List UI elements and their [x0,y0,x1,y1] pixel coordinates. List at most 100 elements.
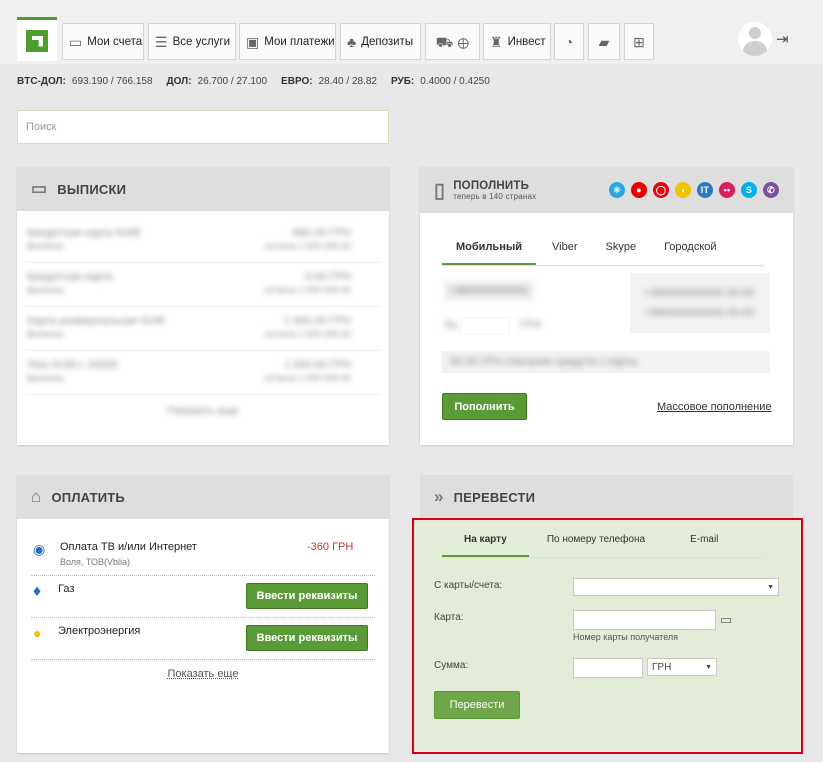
sum-label: Сумма: [434,660,469,671]
card-icon[interactable]: ▭ [720,612,732,628]
tab-viber[interactable]: Viber [552,241,577,265]
peoplenet-icon[interactable]: •• [719,182,735,198]
nav-deposits[interactable]: ♣ Депозиты [340,23,421,60]
flame-icon: ♦ [33,583,42,600]
statement-name: Карта универсальная 4149 [27,315,165,327]
lifecell-icon[interactable]: ◖ [675,182,691,198]
statement-sub: Выписка [27,373,64,383]
enter-details-button[interactable]: Ввести реквизиты [246,583,368,609]
viber-icon[interactable]: ✆ [763,182,779,198]
divider [31,659,375,660]
pay-item-sub: Воля, ТОВ(Vblia) [60,557,131,567]
nav-invest[interactable]: ♜ Инвест [483,23,551,60]
sum-input[interactable] [573,658,643,678]
nav-my-accounts[interactable]: ▭ Мои счета [62,23,144,60]
tab-mobile[interactable]: Мобильный [442,241,536,265]
statement-balance: остаток 1 000 000.00 [264,329,351,339]
nav-travel[interactable]: ⛟ ⊕ [425,23,480,60]
statement-row[interactable]: Карта универсальная 4149 Выписка 1 000.0… [25,307,381,351]
pay-item-name[interactable]: Газ [58,583,74,595]
topup-card-select[interactable]: 50.00 ГРН списание средств с карты [442,351,770,373]
topup-sum-input[interactable] [460,317,510,335]
statement-name: Кредитная карта 5168 [27,227,140,239]
currency-select[interactable]: ГРН ▼ [647,658,717,676]
transfer-tabs: На карту По номеру телефона E-mail [442,534,764,558]
mass-topup-link[interactable]: Массовое пополнение [657,401,772,413]
statement-amount: 0.00 ГРН [305,271,351,283]
chevron-down-icon: ▼ [767,583,774,591]
card-number-input[interactable] [573,610,716,630]
statement-row[interactable]: Visa 4149 с 24200 Выписка 1 000.00 ГРН о… [25,351,381,395]
nav-all-services[interactable]: ☰ Все услуги [148,23,236,60]
nav-gauge[interactable]: ◔ [554,23,584,60]
tab-skype[interactable]: Skype [605,241,636,265]
tab-to-card[interactable]: На карту [442,534,529,557]
nav-cart[interactable]: ⊞ [624,23,654,60]
statements-card: ▭ ВЫПИСКИ Кредитная карта 5168 Выписка -… [17,167,389,445]
pay-title: ОПЛАТИТЬ [51,489,125,505]
statements-header: ▭ ВЫПИСКИ [17,167,389,211]
statement-name: Visa 4149 с 24200 [27,359,118,371]
transfer-title: ПЕРЕВЕСТИ [453,489,536,505]
statement-row[interactable]: Кредитная карта 5168 Выписка -980.00 ГРН… [25,219,381,263]
nav-my-payments[interactable]: ▣ Мои платежи [239,23,336,60]
topup-button[interactable]: Пополнить [442,393,527,420]
topup-info-line: +380000000000 00:00 [644,307,755,319]
phone-number-field[interactable]: +380000000000 [444,281,534,301]
topup-card-line: 50.00 ГРН списание средств с карты [450,356,638,368]
topup-info-box: +380000000000 00:00 +380000000000 00:00 [630,273,770,333]
enter-details-button[interactable]: Ввести реквизиты [246,625,368,651]
divider [31,575,375,576]
nav-chat[interactable]: ▰ [588,23,620,60]
house-icon: ⌂ [31,487,42,506]
logout-icon[interactable]: ⇥ [776,30,789,48]
logo-mark [26,29,48,52]
mts-icon[interactable]: ◯ [653,182,669,198]
operator-icons: ✳ ● ◯ ◖ IT •• S ✆ [609,182,779,198]
statement-name: Кредитная карта [27,271,113,283]
nav-label: Мои платежи [264,35,335,48]
statement-row[interactable]: Кредитная карта Выписка 0.00 ГРН остаток… [25,263,381,307]
chat-icon: ▰ [598,33,610,50]
statement-sub: Выписка [27,329,64,339]
exchange-rates: BTC-ДОЛ: 693.190 / 766.158 ДОЛ: 26.700 / 2… [17,76,490,87]
statement-amount: -980.00 ГРН [289,227,351,239]
pay-header: ⌂ ОПЛАТИТЬ [17,475,389,519]
money-bag-icon: ♜ [490,33,503,50]
statement-balance: остаток 1 000 000.00 [264,285,351,295]
avatar[interactable] [738,22,772,56]
vodafone-icon[interactable]: ● [631,182,647,198]
search-input[interactable] [17,110,389,144]
intertelecom-icon[interactable]: IT [697,182,713,198]
pay-item-name[interactable]: Электроэнергия [58,625,140,637]
from-card-select[interactable]: ▼ [573,578,779,596]
transfer-button[interactable]: Перевести [434,691,520,719]
pay-show-more[interactable]: Показать еще [17,668,389,680]
double-chevron-icon: » [434,487,444,506]
statement-balance: остаток 1 000 000.00 [264,241,351,251]
topup-tabs: Мобильный Viber Skype Городской [442,241,764,266]
card-icon: ▭ [69,33,83,50]
pay-item-name[interactable]: Оплата ТВ и/или Интернет [60,541,197,553]
piggy-icon: ♣ [347,33,357,50]
topup-subtitle: теперь в 140 странах [453,191,537,201]
monitor-icon: ▣ [246,33,260,50]
nav-label: Все услуги [172,35,231,48]
topup-title: ПОПОЛНИТЬ [453,179,530,192]
privatbank-logo[interactable] [17,17,57,61]
tab-by-phone[interactable]: По номеру телефона [547,534,645,557]
statement-sub: Выписка [27,285,64,295]
rate-eur: ЕВРО: 28.40 / 28.82 [281,76,377,87]
topup-currency: ГРН [520,319,542,331]
transfer-form-highlight: На карту По номеру телефона E-mail С кар… [412,518,803,754]
rate-usd: ДОЛ: 26.700 / 27.100 [166,76,268,87]
kyivstar-icon[interactable]: ✳ [609,182,625,198]
tab-email[interactable]: E-mail [690,534,718,557]
tab-city[interactable]: Городской [664,241,716,265]
travel-icon: ⛟ ⊕ [435,33,470,50]
nav-label: Инвест [507,35,546,48]
skype-icon[interactable]: S [741,182,757,198]
statements-show-more[interactable]: Показать еще [17,405,389,417]
nav-label: Депозиты [361,35,414,48]
currency-value: ГРН [652,661,672,673]
